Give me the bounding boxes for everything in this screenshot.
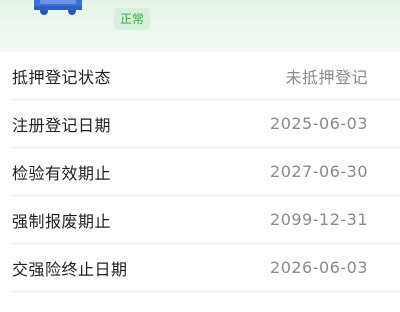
row-value: 2027-06-30	[270, 162, 368, 181]
info-row-mortgage-status: 抵押登记状态 未抵押登记	[12, 52, 400, 100]
vehicle-info-list: 抵押登记状态 未抵押登记 注册登记日期 2025-06-03 检验有效期止 20…	[0, 52, 400, 312]
car-icon	[34, 0, 82, 15]
status-badge: 正常	[114, 8, 151, 30]
info-row-inspection-valid-until: 检验有效期止 2027-06-30	[12, 148, 400, 196]
row-label: 注册登记日期	[12, 115, 112, 135]
row-label: 检验有效期止	[12, 163, 112, 183]
vehicle-header: 正常	[0, 0, 400, 52]
row-value: 2025-06-03	[270, 114, 368, 133]
row-value: 2026-06-03	[270, 258, 368, 277]
info-row-registration-date: 注册登记日期 2025-06-03	[12, 100, 400, 148]
info-row-scrap-deadline: 强制报废期止 2099-12-31	[12, 196, 400, 244]
row-value: 2099-12-31	[270, 210, 368, 229]
info-row-insurance-end-date: 交强险终止日期 2026-06-03	[12, 244, 400, 292]
row-value: 未抵押登记	[285, 67, 368, 87]
row-label: 交强险终止日期	[12, 259, 128, 279]
row-label: 抵押登记状态	[12, 67, 112, 87]
row-label: 强制报废期止	[12, 211, 112, 231]
